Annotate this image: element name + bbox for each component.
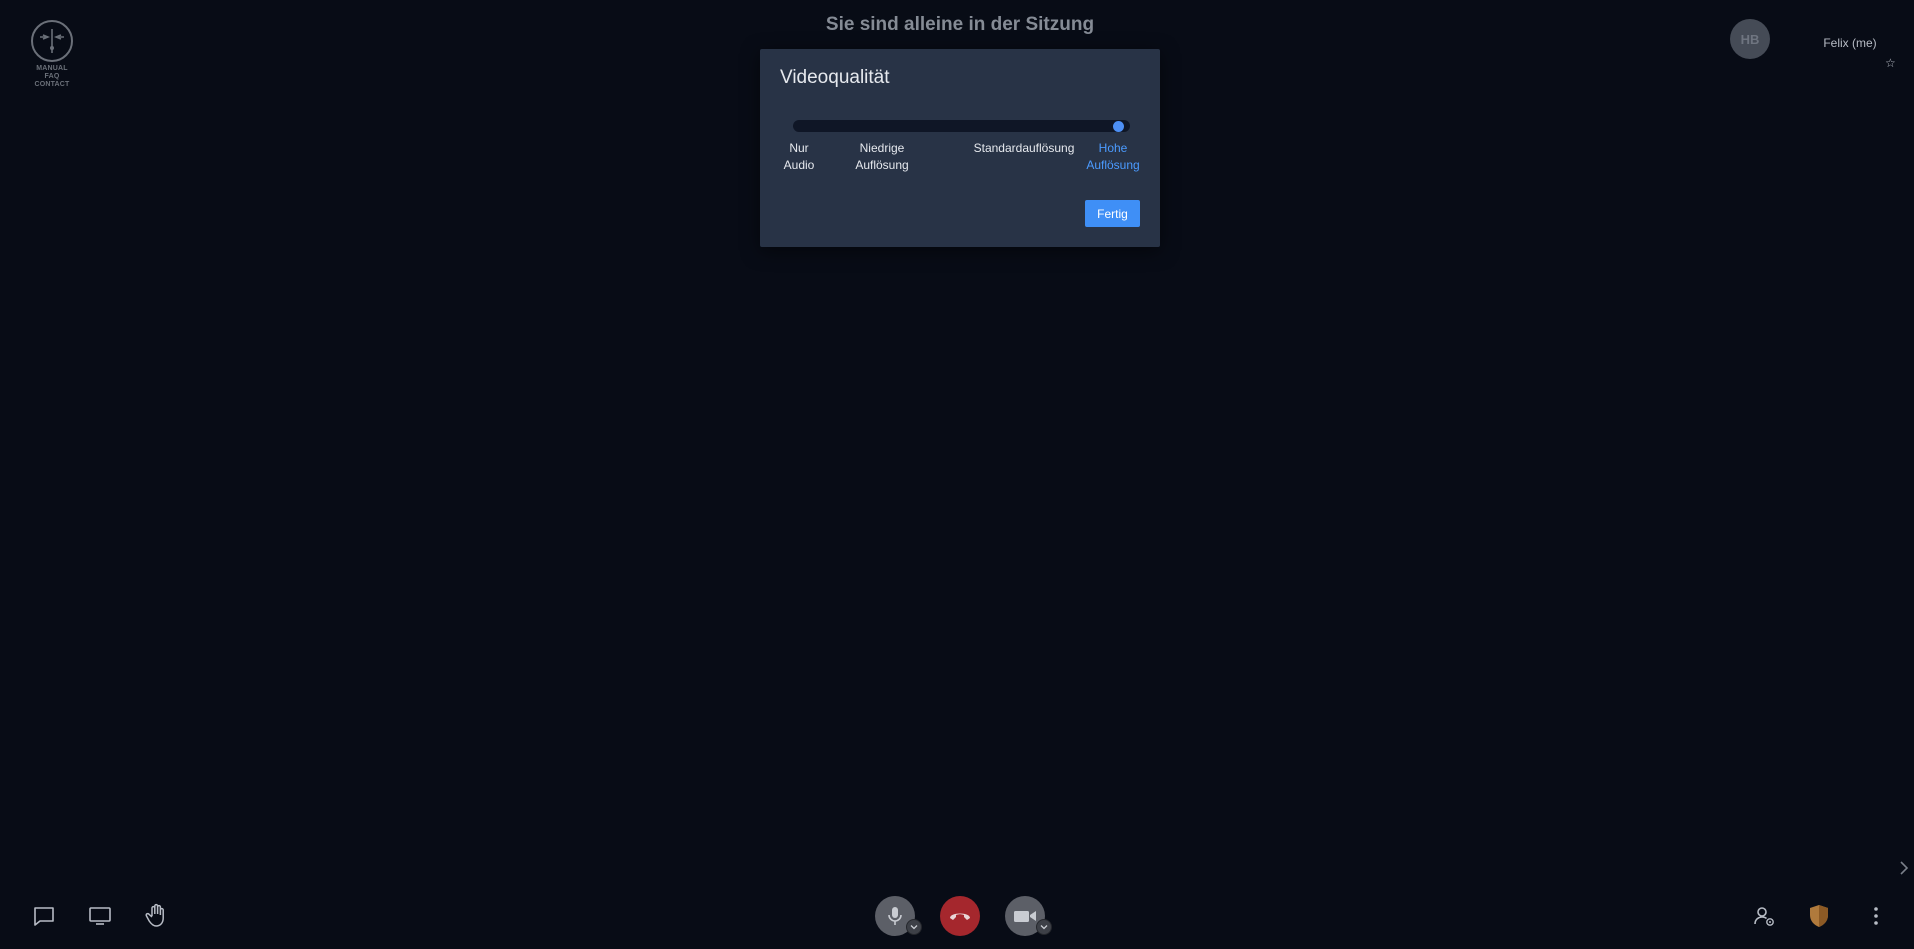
chevron-down-icon xyxy=(910,925,918,930)
quality-option-label: Audio xyxy=(783,158,815,172)
meeting-stage: MANUAL FAQ CONTACT Sie sind alleine in d… xyxy=(0,0,1914,949)
logo-text: MANUAL FAQ CONTACT xyxy=(29,65,75,89)
self-avatar[interactable]: HB xyxy=(1730,19,1770,59)
camera-options-button[interactable] xyxy=(1036,919,1052,935)
quality-option-label: Hohe xyxy=(1098,141,1128,155)
microphone-icon xyxy=(888,907,902,925)
quality-option-high[interactable]: Hohe Auflösung xyxy=(1082,140,1144,174)
screen-share-icon[interactable] xyxy=(88,904,112,933)
quality-option-audio-only[interactable]: Nur Audio xyxy=(778,140,820,174)
logo-line-manual[interactable]: MANUAL xyxy=(29,65,75,73)
quality-option-low[interactable]: Niedrige Auflösung xyxy=(845,140,919,174)
chevron-right-icon[interactable] xyxy=(1898,859,1910,882)
hangup-button[interactable] xyxy=(940,896,980,936)
microphone-options-button[interactable] xyxy=(906,919,922,935)
chevron-down-icon xyxy=(1040,925,1048,930)
quality-option-label: Nur xyxy=(789,141,809,155)
quality-option-label: Niedrige xyxy=(859,141,905,155)
slider-thumb[interactable] xyxy=(1113,120,1124,132)
video-quality-slider[interactable] xyxy=(793,120,1130,132)
self-display-name: Felix (me) xyxy=(1823,36,1877,50)
quality-option-label: Standardauflösung xyxy=(973,141,1075,155)
quality-option-label: Auflösung xyxy=(855,158,909,172)
logo-line-contact[interactable]: CONTACT xyxy=(29,81,75,89)
quality-option-label: Auflösung xyxy=(1086,158,1140,172)
raise-hand-icon[interactable] xyxy=(144,902,170,933)
more-options-icon[interactable] xyxy=(1866,904,1886,933)
chat-icon[interactable] xyxy=(32,904,56,933)
hangup-icon xyxy=(950,913,970,920)
participants-icon[interactable] xyxy=(1752,904,1776,933)
security-shield-icon[interactable] xyxy=(1807,903,1831,934)
done-button[interactable]: Fertig xyxy=(1085,200,1140,227)
star-icon[interactable]: ☆ xyxy=(1885,56,1896,70)
camera-icon xyxy=(1014,911,1036,922)
dialog-title: Videoqualität xyxy=(780,67,890,88)
logo-line-faq[interactable]: FAQ xyxy=(29,73,75,81)
video-quality-dialog: Videoqualität Nur Audio Niedrige Auflösu… xyxy=(760,49,1160,247)
session-status-title: Sie sind alleine in der Sitzung xyxy=(825,14,1095,35)
quality-option-standard[interactable]: Standardauflösung xyxy=(970,140,1078,157)
